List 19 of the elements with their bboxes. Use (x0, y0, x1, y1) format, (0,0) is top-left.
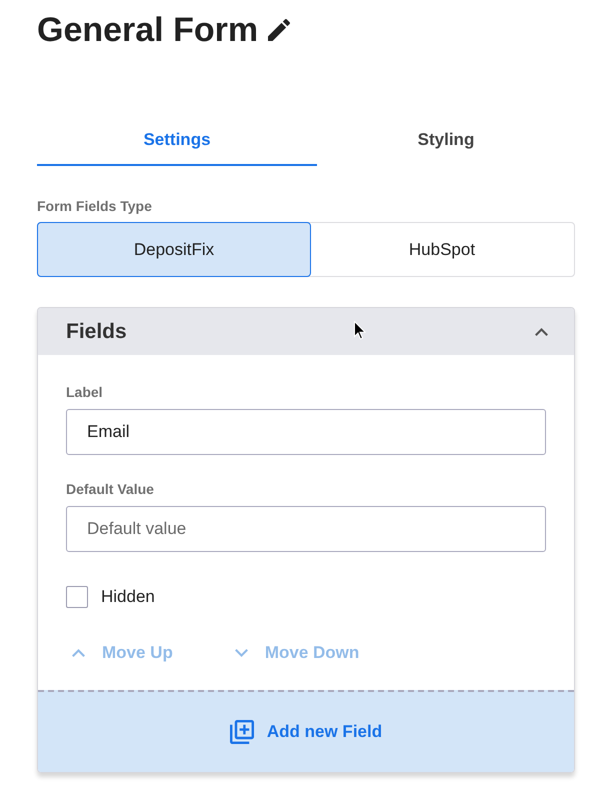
input-field[interactable]: Default value (66, 506, 546, 552)
toggle-option[interactable]: HubSpot (309, 222, 575, 277)
mouse-pointer-icon (354, 321, 366, 340)
field-label: Label (66, 384, 104, 401)
add-library-icon (230, 720, 254, 744)
tab[interactable]: Settings (37, 115, 317, 166)
toggle-option[interactable]: DepositFix (37, 222, 311, 277)
fields-accordion-header[interactable]: Fields (38, 308, 574, 355)
field-label: Default Value (66, 481, 155, 498)
section-label: Form Fields Type (37, 198, 153, 215)
chevron-icon (72, 648, 85, 656)
checkbox-label: Hidden (101, 586, 155, 608)
checkbox[interactable] (66, 586, 88, 608)
chevron-icon (234, 648, 248, 656)
add-field-button[interactable]: Add new Field (38, 690, 574, 772)
page-title: General Form (37, 10, 258, 50)
tab[interactable]: Styling (317, 115, 575, 166)
input-field[interactable]: Email (66, 409, 546, 455)
pencil-icon[interactable] (268, 19, 290, 41)
